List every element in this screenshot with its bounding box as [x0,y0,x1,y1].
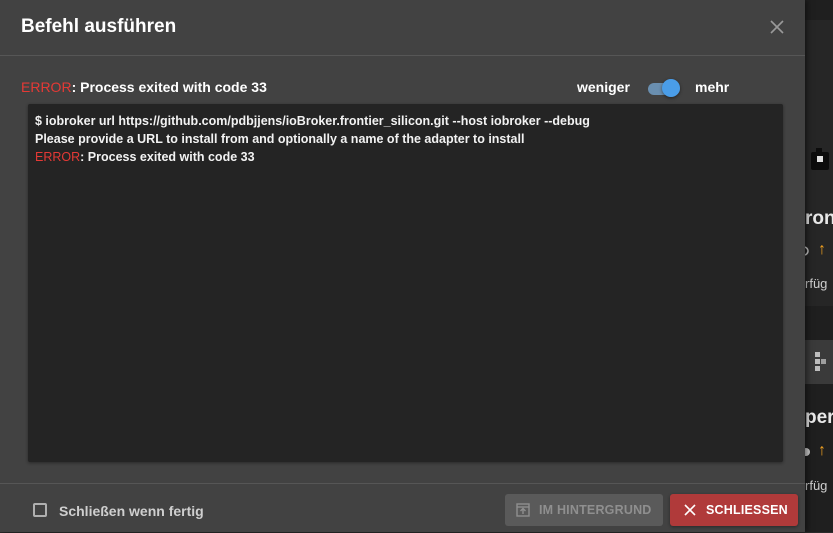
less-label: weniger [577,79,630,95]
status-dot-icon [805,448,810,456]
error-prefix: ERROR [21,79,72,95]
command-dialog: Befehl ausführen ERROR: Process exited w… [0,0,805,532]
more-label: mehr [695,79,730,95]
adapter-title: per [805,407,833,428]
console-output[interactable]: $ iobroker url https://github.com/pdbjje… [28,104,783,462]
dialog-header: Befehl ausführen [0,0,805,56]
adapter-available-text: rfüg [805,478,828,493]
console-line-text: $ iobroker url https://github.com/pdbjje… [35,114,590,128]
console-line-text: : Process exited with code 33 [80,150,255,164]
run-in-background-label: IM HINTERGRUND [539,503,652,517]
adapter-title: ron [805,208,833,229]
console-line: Please provide a URL to install from and… [35,132,524,146]
update-arrow-icon[interactable]: ↑ [818,443,826,459]
console-line-text: Please provide a URL to install from and… [35,132,525,146]
status-message: ERROR: Process exited with code 33 [21,79,267,95]
close-icon [684,504,696,516]
console-line: ERROR: Process exited with code 33 [35,150,255,164]
adapter-icon [811,148,829,170]
console-error-prefix: ERROR [35,150,81,164]
close-icon[interactable] [767,17,787,37]
close-button-label: SCHLIESSEN [706,503,788,517]
close-when-done-label[interactable]: Schließen wenn fertig [59,503,204,519]
adapter-available-text: rfüg [805,276,828,291]
output-detail-toggle[interactable] [646,79,682,97]
background-app: ron ↑ rfüg per ↑ rfüg [805,0,833,532]
adapter-icon [815,352,826,371]
info-icon [805,246,809,256]
open-in-background-icon [516,503,530,517]
adapter-card[interactable]: ron ↑ rfüg [805,20,833,306]
toggle-thumb [662,79,680,97]
status-text: : Process exited with code 33 [71,79,267,95]
dialog-title: Befehl ausführen [21,16,177,37]
console-line: $ iobroker url https://github.com/pdbjje… [35,114,590,128]
run-in-background-button[interactable]: IM HINTERGRUND [505,494,663,526]
close-when-done-checkbox[interactable] [33,503,47,517]
update-arrow-icon[interactable]: ↑ [818,242,826,258]
close-button[interactable]: SCHLIESSEN [670,494,798,526]
